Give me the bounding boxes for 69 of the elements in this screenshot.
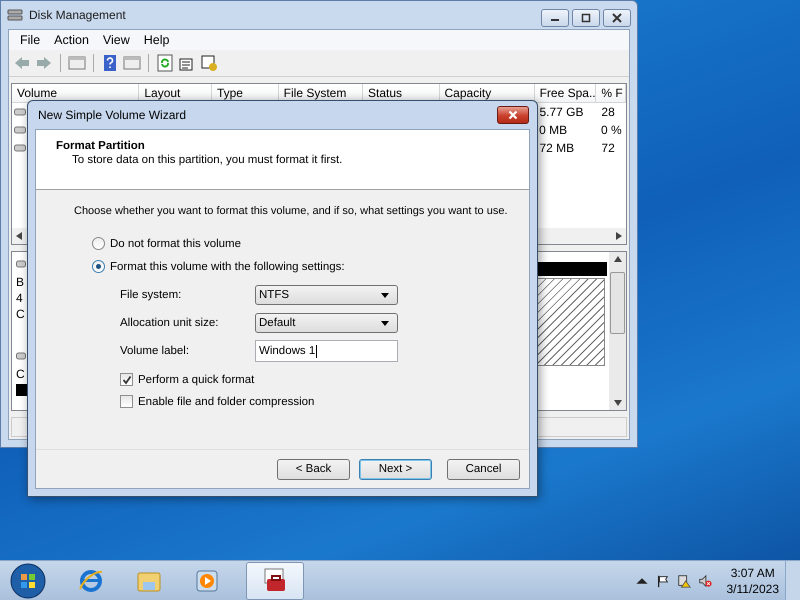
input-field[interactable]: Windows 1 xyxy=(255,340,398,362)
page-heading: Format Partition xyxy=(56,140,146,152)
maximize-button[interactable] xyxy=(572,9,600,27)
start-button[interactable] xyxy=(10,562,46,598)
dropdown[interactable]: Default xyxy=(255,313,398,333)
column-header[interactable]: Volume xyxy=(12,84,140,102)
column-header[interactable]: Free Spa... xyxy=(534,84,596,102)
table-cell-text: 28 xyxy=(600,105,616,119)
wizard-button[interactable]: < Back xyxy=(277,458,350,480)
disk-label: C xyxy=(16,306,26,322)
table-cell-text: 0 % xyxy=(600,123,623,137)
network-warning-icon[interactable] xyxy=(676,574,690,588)
dialog-title: New Simple Volume Wizard xyxy=(38,108,186,122)
menu-item[interactable]: Action xyxy=(47,33,96,47)
checkmark-icon xyxy=(122,374,132,384)
settings-icon[interactable] xyxy=(200,54,218,72)
scroll-up-icon[interactable] xyxy=(614,256,622,262)
help-icon[interactable] xyxy=(101,54,119,72)
page-subheading: To store data on this partition, you must format it first. xyxy=(71,154,344,166)
table-cell-text: 0 MB xyxy=(538,123,568,137)
radio-option[interactable]: Format this volume with the following settings: xyxy=(92,260,529,273)
disk-icon xyxy=(7,7,23,23)
field-label: Allocation unit size: xyxy=(120,317,220,329)
menu-item[interactable]: Help xyxy=(136,33,176,47)
dropdown-arrow-icon xyxy=(381,320,389,326)
checkbox-option[interactable]: Perform a quick format xyxy=(120,373,529,386)
column-header[interactable]: % F xyxy=(596,84,626,102)
instruction-text: Choose whether you want to format this volume, and if so, what settings you want to use. xyxy=(74,205,509,217)
partition-bar xyxy=(16,384,28,396)
maximize-icon xyxy=(581,13,591,23)
time-text: 3:07 AM xyxy=(730,564,775,580)
scroll-right-icon[interactable] xyxy=(616,232,622,240)
window-title: Disk Management xyxy=(29,8,126,22)
vertical-scrollbar[interactable] xyxy=(609,252,626,410)
dropdown-arrow-icon xyxy=(381,292,389,298)
menu-item[interactable]: File xyxy=(13,33,48,47)
flag-icon[interactable] xyxy=(656,574,670,588)
table-cell-text: 72 MB xyxy=(538,141,576,155)
speaker-muted-icon[interactable] xyxy=(698,574,712,588)
refresh-icon[interactable] xyxy=(156,54,174,72)
minimize-button[interactable] xyxy=(541,9,569,27)
field-label: Volume label: xyxy=(120,345,190,357)
disk-label: B xyxy=(16,274,26,290)
close-button[interactable] xyxy=(497,106,529,124)
wizard-button[interactable]: Next > xyxy=(359,458,432,480)
taskbar-app[interactable] xyxy=(246,562,304,600)
checkbox-option[interactable]: Enable file and folder compression xyxy=(120,395,529,408)
menu-item[interactable]: View xyxy=(96,33,137,47)
clock[interactable]: 3:07 AM 3/11/2023 xyxy=(726,564,779,596)
disk-label: C xyxy=(16,366,26,382)
close-button[interactable] xyxy=(603,9,631,27)
close-icon xyxy=(508,110,518,120)
disk-label: 4 xyxy=(16,290,24,306)
dropdown[interactable]: NTFS xyxy=(255,285,398,305)
table-cell-text: 72 xyxy=(600,141,616,155)
wizard-button[interactable]: Cancel xyxy=(447,458,520,480)
scroll-down-icon[interactable] xyxy=(614,400,622,406)
field-label: File system: xyxy=(120,289,182,301)
pane-icon[interactable] xyxy=(68,54,86,72)
pane-icon[interactable] xyxy=(123,54,141,72)
table-cell-text: 5.77 GB xyxy=(538,105,584,119)
partition-header xyxy=(535,262,607,276)
drive-icon xyxy=(14,126,26,134)
date-text: 3/11/2023 xyxy=(726,580,779,596)
close-icon xyxy=(612,13,622,23)
drive-icon xyxy=(14,108,26,116)
scroll-left-icon[interactable] xyxy=(16,232,22,240)
drive-icon xyxy=(14,144,26,152)
radio-option[interactable]: Do not format this volume xyxy=(92,237,529,250)
